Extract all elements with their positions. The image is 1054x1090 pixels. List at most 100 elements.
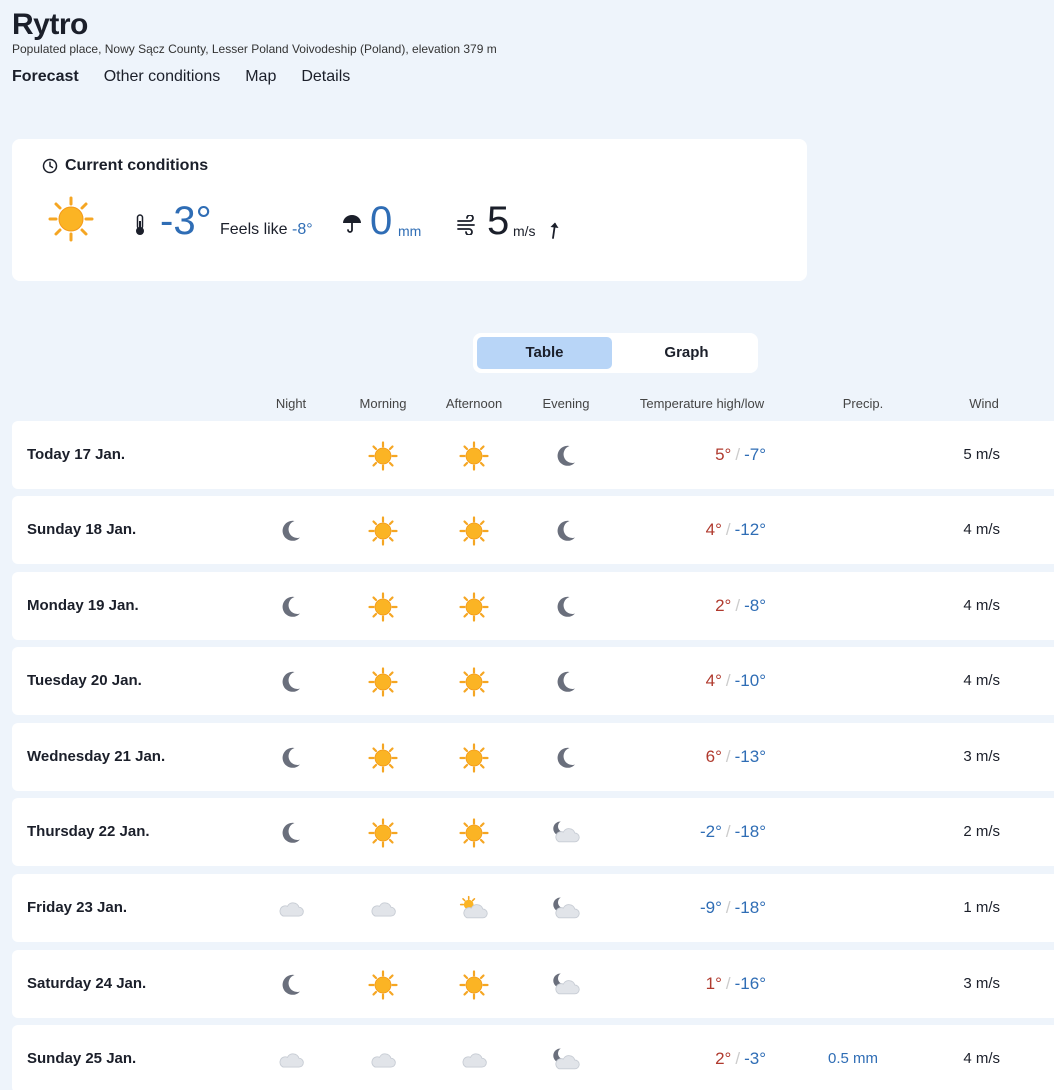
main-nav: Forecast Other conditions Map Details <box>12 68 375 86</box>
tab-forecast[interactable]: Forecast <box>12 68 79 86</box>
morning-sun-icon <box>368 441 398 471</box>
afternoon-sun-icon <box>459 818 489 848</box>
place-title: Rytro <box>12 8 88 41</box>
temperature-high: 6° <box>705 747 722 766</box>
current-conditions-card: Current conditions -3° Feels like -8° 0 … <box>12 139 807 281</box>
temperature-high-low: -2° / -18° <box>700 822 766 842</box>
temperature-low: -18° <box>734 898 766 917</box>
row-day: Sunday 18 Jan. <box>27 521 137 538</box>
night-cloud-icon <box>276 894 306 924</box>
row-day: Friday 23 Jan. <box>27 899 128 916</box>
tab-map[interactable]: Map <box>245 68 276 86</box>
temperature-high-low: -9° / -18° <box>700 898 766 918</box>
row-wind: 3 m/s <box>963 975 1000 992</box>
table-row[interactable]: Saturday 24 Jan. 1° / -16° 3 m/s <box>12 950 1054 1018</box>
precipitation-unit: mm <box>398 223 422 239</box>
table-row[interactable]: Monday 19 Jan. 2° / -8° 4 m/s <box>12 572 1054 640</box>
graph-view-button[interactable]: Graph <box>619 337 754 369</box>
temperature-high-low: 6° / -13° <box>706 747 766 767</box>
temperature-low: -8° <box>744 596 766 615</box>
clock-icon <box>42 158 58 174</box>
night-moon-icon <box>276 970 306 1000</box>
tab-details[interactable]: Details <box>301 68 350 86</box>
morning-sun-icon <box>368 818 398 848</box>
night-moon-icon <box>276 667 306 697</box>
night-moon-icon <box>276 592 306 622</box>
morning-sun-icon <box>368 667 398 697</box>
feels-like-label: Feels like <box>220 221 288 238</box>
current-conditions-header: Current conditions <box>42 157 208 175</box>
table-row[interactable]: Sunday 18 Jan. 4° / -12° 4 m/s <box>12 496 1054 564</box>
temperature-separator: / <box>725 671 731 690</box>
temperature-separator: / <box>725 520 731 539</box>
temperature-low: -3° <box>744 1049 766 1068</box>
temperature-separator: / <box>725 747 731 766</box>
row-precipitation: 0.5 mm <box>828 1050 879 1067</box>
table-row[interactable]: Tuesday 20 Jan. 4° / -10° 4 m/s <box>12 647 1054 715</box>
evening-moon-icon <box>551 743 581 773</box>
temperature-high: 1° <box>705 974 722 993</box>
row-wind: 4 m/s <box>963 597 1000 614</box>
column-temperature: Temperature high/low <box>639 396 765 411</box>
afternoon-sun-icon <box>459 516 489 546</box>
temperature-low: -13° <box>734 747 766 766</box>
afternoon-sun-icon <box>459 441 489 471</box>
row-day: Tuesday 20 Jan. <box>27 672 142 689</box>
evening-moon-icon <box>551 441 581 471</box>
morning-cloud-icon <box>368 1045 398 1075</box>
row-wind: 4 m/s <box>963 521 1000 538</box>
table-view-button[interactable]: Table <box>477 337 612 369</box>
row-day: Wednesday 21 Jan. <box>27 748 166 765</box>
morning-sun-icon <box>368 743 398 773</box>
place-subtitle: Populated place, Nowy Sącz County, Lesse… <box>12 42 497 56</box>
feels-like-value: -8° <box>292 221 313 238</box>
table-row[interactable]: Sunday 25 Jan. 2° / -3° 0.5 mm 4 m/s <box>12 1025 1054 1090</box>
table-row[interactable]: Wednesday 21 Jan. 6° / -13° 3 m/s <box>12 723 1054 791</box>
table-row[interactable]: Today 17 Jan. 5° / -7° 5 m/s <box>12 421 1054 489</box>
evening-moon-cloud-icon <box>551 894 581 924</box>
tab-other-conditions[interactable]: Other conditions <box>104 68 221 86</box>
morning-sun-icon <box>368 970 398 1000</box>
afternoon-sun-icon <box>459 970 489 1000</box>
current-wind: 5 <box>487 199 510 243</box>
temperature-high-low: 2° / -3° <box>715 1049 766 1069</box>
temperature-low: -12° <box>734 520 766 539</box>
temperature-high: 2° <box>715 596 732 615</box>
evening-moon-icon <box>551 592 581 622</box>
temperature-separator: / <box>735 445 741 464</box>
current-conditions-title: Current conditions <box>65 157 209 174</box>
row-day: Thursday 22 Jan. <box>27 823 150 840</box>
wind-icon <box>456 214 478 240</box>
column-wind: Wind <box>969 396 999 411</box>
temperature-high-low: 4° / -12° <box>706 520 766 540</box>
table-row[interactable]: Thursday 22 Jan. -2° / -18° 2 m/s <box>12 798 1054 866</box>
sun-icon <box>48 196 94 247</box>
table-row[interactable]: Friday 23 Jan. -9° / -18° 1 m/s <box>12 874 1054 942</box>
row-day: Today 17 Jan. <box>27 446 126 463</box>
current-temperature: -3° <box>160 199 212 243</box>
wind-direction-arrow-icon <box>548 221 560 244</box>
temperature-separator: / <box>735 1049 741 1068</box>
column-precipitation: Precip. <box>842 396 884 411</box>
temperature-separator: / <box>735 596 741 615</box>
column-afternoon: Afternoon <box>445 396 503 411</box>
wind-unit: m/s <box>513 223 536 239</box>
temperature-high: 4° <box>705 520 722 539</box>
column-morning: Morning <box>359 396 407 411</box>
night-moon-icon <box>276 743 306 773</box>
temperature-high: 5° <box>715 445 732 464</box>
row-wind: 4 m/s <box>963 672 1000 689</box>
row-wind: 5 m/s <box>963 446 1000 463</box>
morning-sun-icon <box>368 592 398 622</box>
row-wind: 2 m/s <box>963 823 1000 840</box>
feels-like: Feels like -8° <box>220 221 313 239</box>
temperature-high-low: 4° / -10° <box>706 671 766 691</box>
afternoon-sun-icon <box>459 743 489 773</box>
night-cloud-icon <box>276 1045 306 1075</box>
temperature-high-low: 1° / -16° <box>706 974 766 994</box>
row-day: Sunday 25 Jan. <box>27 1050 137 1067</box>
temperature-high: -9° <box>699 898 722 917</box>
temperature-separator: / <box>725 898 731 917</box>
temperature-separator: / <box>725 822 731 841</box>
temperature-separator: / <box>725 974 731 993</box>
